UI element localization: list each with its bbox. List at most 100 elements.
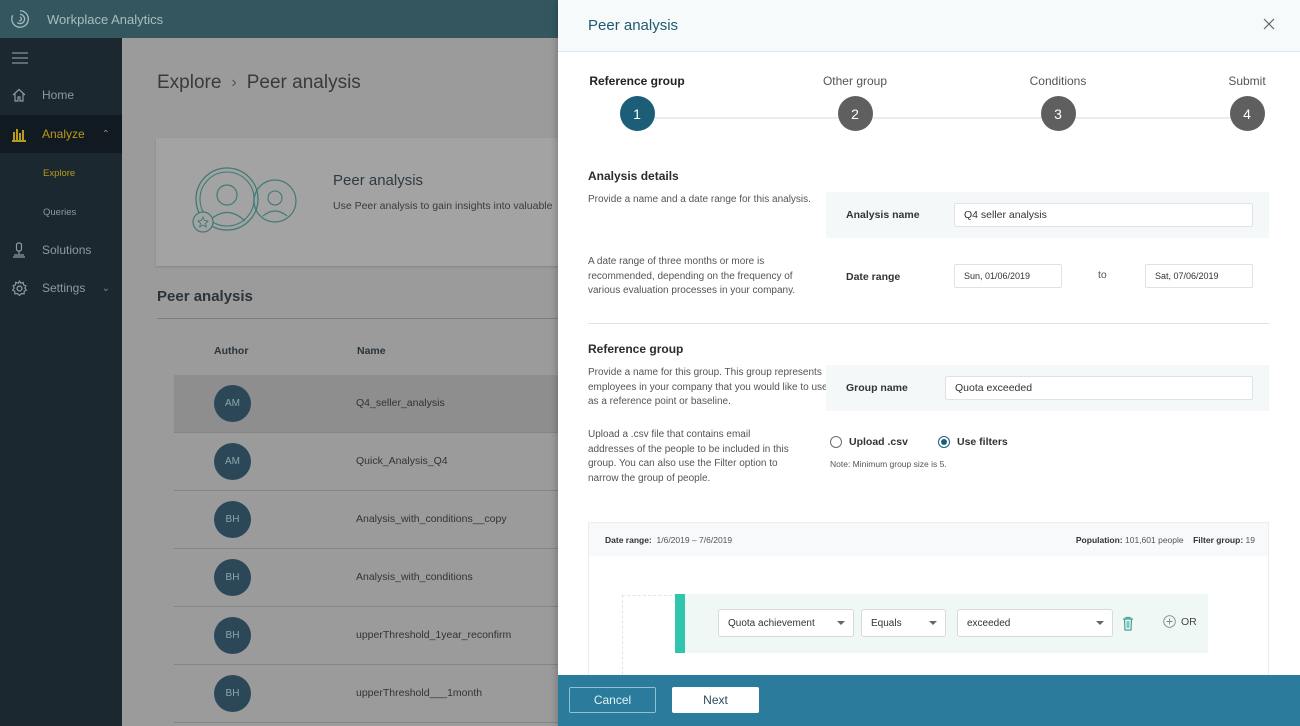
table-row[interactable]: BH upperThreshold___1month: [174, 665, 558, 723]
date-range-label: Date range: [846, 271, 900, 283]
group-name-input[interactable]: Quota exceeded: [945, 376, 1253, 400]
sidebar-item-label: Analyze: [42, 127, 85, 141]
table-row[interactable]: BH Analysis_with_conditions: [174, 549, 558, 607]
sidebar-item-label: Solutions: [42, 243, 91, 257]
hamburger-menu-icon[interactable]: [12, 52, 28, 64]
chevron-down-icon[interactable]: ⌄: [102, 283, 110, 294]
close-icon[interactable]: [1262, 17, 1276, 31]
step-number: 4: [1230, 96, 1265, 131]
operator-value: Equals: [871, 618, 902, 629]
panel-title: Peer analysis: [588, 17, 678, 34]
chart-icon: [10, 125, 28, 143]
analysis-name: upperThreshold___1month: [356, 687, 482, 699]
step-number: 3: [1041, 96, 1076, 131]
or-label: OR: [1181, 616, 1197, 628]
breadcrumb-peer-analysis: Peer analysis: [247, 72, 361, 94]
table-row[interactable]: BH upperThreshold_1year_reconfirm: [174, 607, 558, 665]
step-number: 2: [838, 96, 873, 131]
solutions-icon: [10, 241, 28, 259]
trash-icon[interactable]: [1122, 616, 1134, 631]
date-range-help: A date range of three months or more is …: [588, 255, 820, 299]
sidebar-item-label: Settings: [42, 281, 85, 295]
table-row[interactable]: BH Analysis_with_conditions__copy: [174, 491, 558, 549]
chevron-up-icon[interactable]: ⌃: [102, 129, 110, 140]
dropdown-caret-icon: [1096, 621, 1104, 625]
table-row[interactable]: AM Q4_seller_analysis: [174, 375, 558, 433]
date-to-label: to: [1098, 269, 1107, 281]
upload-help: Upload a .csv file that contains email a…: [588, 428, 798, 486]
next-button[interactable]: Next: [672, 687, 759, 713]
breadcrumb-explore[interactable]: Explore: [157, 72, 221, 94]
wizard-stepper: Reference group 1 Other group 2 Conditio…: [558, 74, 1300, 140]
sidebar-item-solutions[interactable]: Solutions: [0, 231, 122, 269]
step-label: Conditions: [1023, 74, 1093, 88]
analysis-name-input[interactable]: Q4 seller analysis: [954, 203, 1253, 227]
panel-footer: Cancel Next: [558, 675, 1300, 726]
step-conditions[interactable]: Conditions 3: [1023, 74, 1093, 131]
step-reference-group[interactable]: Reference group 1: [589, 74, 685, 131]
add-circle-icon: [1163, 615, 1176, 628]
intro-description: Use Peer analysis to gain insights into …: [333, 200, 552, 212]
table-row[interactable]: AM Quick_Analysis_Q4: [174, 433, 558, 491]
population-value: 101,601 people: [1125, 535, 1184, 545]
condition-accent-bar: [675, 594, 685, 653]
sidebar-item-explore[interactable]: Explore: [43, 168, 75, 179]
filter-date-range-value: 1/6/2019 – 7/6/2019: [657, 535, 733, 545]
reference-group-title: Reference group: [588, 342, 683, 356]
filter-date-range: Date range: 1/6/2019 – 7/6/2019: [605, 535, 732, 545]
sidebar-item-settings[interactable]: Settings ⌄: [0, 269, 122, 307]
filter-tree-line: [622, 595, 677, 685]
peer-people-illustration-icon: [191, 166, 301, 236]
filter-group-value: 19: [1246, 535, 1255, 545]
intro-title: Peer analysis: [333, 172, 423, 189]
app-title: Workplace Analytics: [47, 12, 163, 27]
analysis-name-help: Provide a name and a date range for this…: [588, 193, 828, 208]
sidebar-item-home[interactable]: Home: [0, 76, 122, 114]
breadcrumb: Explore › Peer analysis: [157, 72, 361, 94]
sidebar-item-analyze[interactable]: Analyze ⌃: [0, 115, 122, 153]
avatar: BH: [214, 501, 251, 538]
group-name-label: Group name: [846, 382, 908, 394]
analysis-name: Analysis_with_conditions: [356, 571, 473, 583]
upload-csv-radio[interactable]: Upload .csv: [830, 436, 908, 448]
home-icon: [10, 86, 28, 104]
add-or-button[interactable]: OR: [1163, 615, 1197, 628]
operator-select[interactable]: Equals: [861, 609, 946, 637]
attribute-value: Quota achievement: [728, 618, 815, 629]
dropdown-caret-icon: [837, 621, 845, 625]
date-to-input[interactable]: Sat, 07/06/2019: [1145, 264, 1253, 288]
analysis-list-title: Peer analysis: [157, 288, 253, 305]
step-other-group[interactable]: Other group 2: [815, 74, 895, 131]
filter-box: Date range: 1/6/2019 – 7/6/2019 Populati…: [588, 522, 1269, 682]
gear-icon: [10, 279, 28, 297]
analysis-details-title: Analysis details: [588, 169, 679, 183]
avatar: BH: [214, 617, 251, 654]
filter-group-label: Filter group:: [1193, 535, 1243, 545]
filter-summary: Date range: 1/6/2019 – 7/6/2019 Populati…: [589, 523, 1268, 556]
use-filters-radio[interactable]: Use filters: [938, 436, 1008, 448]
group-name-help: Provide a name for this group. This grou…: [588, 366, 828, 410]
avatar: AM: [214, 385, 251, 422]
column-header-author[interactable]: Author: [214, 345, 248, 357]
sidebar-item-queries[interactable]: Queries: [43, 207, 76, 218]
panel-header: Peer analysis: [558, 0, 1300, 52]
analysis-name-label: Analysis name: [846, 209, 920, 221]
sidebar-item-label: Home: [42, 88, 74, 102]
filter-condition-row: Quota achievement Equals exceeded O: [675, 594, 1208, 653]
attribute-select[interactable]: Quota achievement: [718, 609, 854, 637]
date-from-input[interactable]: Sun, 01/06/2019: [954, 264, 1062, 288]
radio-label: Use filters: [957, 436, 1008, 448]
stepper-line: [636, 117, 1246, 119]
dropdown-caret-icon: [929, 621, 937, 625]
cancel-button[interactable]: Cancel: [569, 687, 656, 713]
peer-analysis-intro-card: Peer analysis Use Peer analysis to gain …: [156, 138, 566, 266]
step-submit[interactable]: Submit 4: [1222, 74, 1272, 131]
table-header: Author Name: [157, 319, 558, 375]
value-select[interactable]: exceeded: [957, 609, 1113, 637]
radio-checked-icon: [938, 436, 950, 448]
step-number: 1: [620, 96, 655, 131]
main-content: Explore › Peer analysis Peer analysis Us…: [122, 38, 558, 726]
analysis-name: Quick_Analysis_Q4: [356, 455, 448, 467]
column-header-name[interactable]: Name: [357, 345, 386, 357]
step-label: Submit: [1222, 74, 1272, 88]
